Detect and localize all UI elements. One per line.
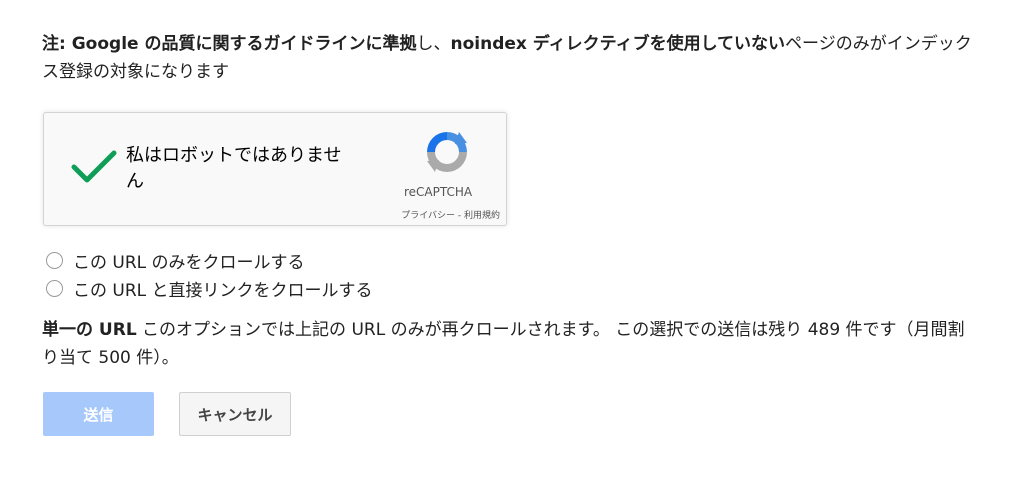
info-text: このオプションでは上記の URL のみが再クロールされます。 この選択での送信は… <box>42 320 965 368</box>
option-url-only[interactable]: この URL のみをクロールする <box>46 248 305 273</box>
submit-button[interactable]: 送信 <box>43 392 154 436</box>
recaptcha-label: 私はロボットではありません <box>126 145 342 192</box>
option-url-and-links[interactable]: この URL と直接リンクをクロールする <box>46 276 373 301</box>
recaptcha-brand: reCAPTCHA <box>403 185 473 199</box>
page: 注: Google の品質に関するガイドラインに準拠し、noindex ディレク… <box>0 0 1024 480</box>
selection-info: 単一の URL このオプションでは上記の URL のみが再クロールされます。 こ… <box>42 316 972 372</box>
info-bold: 単一の URL <box>42 320 137 340</box>
option-url-and-links-label[interactable]: この URL と直接リンクをクロールする <box>73 276 373 301</box>
option-url-only-label[interactable]: この URL のみをクロールする <box>73 248 305 273</box>
note-mid: し、 <box>416 34 451 54</box>
recaptcha-widget[interactable]: 私はロボットではありません reCAPTCHA プライバシー - 利用規約 <box>43 112 507 226</box>
index-note: 注: Google の品質に関するガイドラインに準拠し、noindex ディレク… <box>42 30 972 86</box>
radio-url-only[interactable] <box>46 251 63 269</box>
checkmark-icon[interactable] <box>70 147 118 187</box>
recaptcha-privacy-terms-links[interactable]: プライバシー - 利用規約 <box>350 208 500 221</box>
radio-url-and-links[interactable] <box>46 279 63 297</box>
cancel-button[interactable]: キャンセル <box>179 392 291 436</box>
note-guidelines-bold: 注: Google の品質に関するガイドラインに準拠 <box>42 34 417 54</box>
note-noindex-bold: noindex ディレクティブを使用していない <box>450 34 786 54</box>
recaptcha-logo-icon <box>427 132 467 172</box>
